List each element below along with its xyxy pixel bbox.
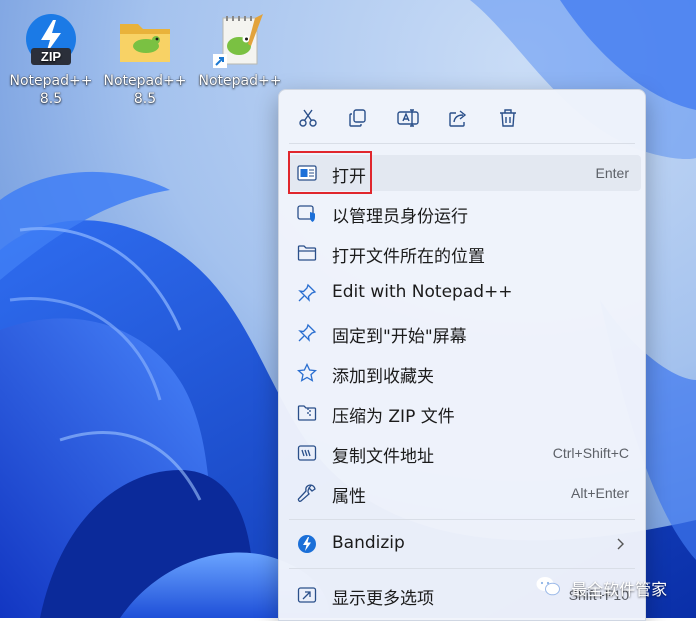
wrench-icon: [297, 483, 317, 503]
menu-item-open-file-location[interactable]: 打开文件所在的位置: [289, 235, 641, 271]
desktop-icon-label-line2: 8.5: [133, 91, 157, 107]
bandizip-icon: [297, 534, 317, 554]
copy-button[interactable]: [340, 104, 376, 136]
admin-shield-icon: [297, 203, 317, 223]
menu-item-label: 显示更多选项: [332, 589, 434, 609]
menu-item-label: Bandizip: [332, 533, 405, 553]
menu-separator: [289, 568, 635, 569]
menu-item-shortcut: Enter: [595, 165, 629, 181]
menu-item-label: 添加到收藏夹: [332, 367, 434, 387]
menu-item-bandizip[interactable]: Bandizip: [289, 526, 641, 562]
star-icon: [297, 363, 317, 383]
desktop-icon-label-line2: 8.5: [39, 91, 63, 107]
menu-item-label: 以管理员身份运行: [332, 207, 468, 227]
menu-item-add-to-favorites[interactable]: 添加到收藏夹: [289, 355, 641, 391]
share-button[interactable]: [440, 104, 476, 136]
desktop-icon-notepadpp-folder[interactable]: Notepad++ 8.5: [99, 12, 191, 108]
menu-item-label: Edit with Notepad++: [332, 282, 513, 302]
desktop-icon-label-line1: Notepad++: [198, 73, 282, 89]
desktop-icon-notepadpp-shortcut[interactable]: Notepad++: [194, 12, 286, 90]
rename-icon: [397, 108, 419, 132]
zip-badge-text: ZIP: [41, 49, 62, 64]
menu-item-shortcut: Ctrl+Shift+C: [552, 445, 629, 461]
rename-button[interactable]: [390, 104, 426, 136]
desktop-icon-label-line1: Notepad++: [9, 73, 93, 89]
menu-item-run-as-admin[interactable]: 以管理员身份运行: [289, 195, 641, 231]
menu-item-label: 复制文件地址: [332, 447, 434, 467]
pin-icon: [297, 283, 317, 303]
copy-icon: [348, 108, 368, 132]
menu-item-pin-to-start[interactable]: 固定到"开始"屏幕: [289, 315, 641, 351]
chevron-right-icon: [615, 536, 625, 556]
bandizip-zip-icon: ZIP: [22, 12, 80, 70]
zip-folder-icon: [297, 403, 317, 423]
folder-icon: [116, 12, 174, 70]
menu-item-shortcut: Alt+Enter: [571, 485, 629, 501]
menu-item-copy-path[interactable]: 复制文件地址 Ctrl+Shift+C: [289, 435, 641, 471]
desktop[interactable]: ZIP Notepad++ 8.5 Notepad++ 8.5 Notepad+…: [0, 0, 696, 621]
menu-item-label: 压缩为 ZIP 文件: [332, 407, 455, 427]
open-highlight-box: [288, 151, 372, 194]
menu-item-label: 属性: [332, 487, 366, 507]
desktop-icon-label-line1: Notepad++: [103, 73, 187, 89]
wechat-watermark: 最全软件管家: [536, 576, 667, 600]
menu-item-compress-zip[interactable]: 压缩为 ZIP 文件: [289, 395, 641, 431]
context-menu-toolbar: [279, 104, 645, 140]
cut-button[interactable]: [290, 104, 326, 136]
more-options-icon: [297, 585, 317, 605]
pin-icon: [297, 323, 317, 343]
watermark-text: 最全软件管家: [571, 580, 668, 599]
delete-button[interactable]: [490, 104, 526, 136]
wechat-icon: [536, 576, 560, 600]
menu-item-properties[interactable]: 属性 Alt+Enter: [289, 475, 641, 511]
menu-separator: [289, 519, 635, 520]
desktop-icon-notepadpp-zip[interactable]: ZIP Notepad++ 8.5: [5, 12, 97, 108]
notepadpp-shortcut-icon: [211, 12, 269, 70]
delete-icon: [498, 108, 518, 132]
share-icon: [448, 108, 468, 132]
menu-item-edit-with-notepadpp[interactable]: Edit with Notepad++: [289, 275, 641, 311]
copy-path-icon: [297, 443, 317, 463]
cut-icon: [298, 108, 318, 132]
folder-outline-icon: [297, 243, 317, 263]
menu-item-label: 打开文件所在的位置: [332, 247, 485, 267]
menu-separator: [289, 143, 635, 144]
menu-item-label: 固定到"开始"屏幕: [332, 327, 467, 347]
